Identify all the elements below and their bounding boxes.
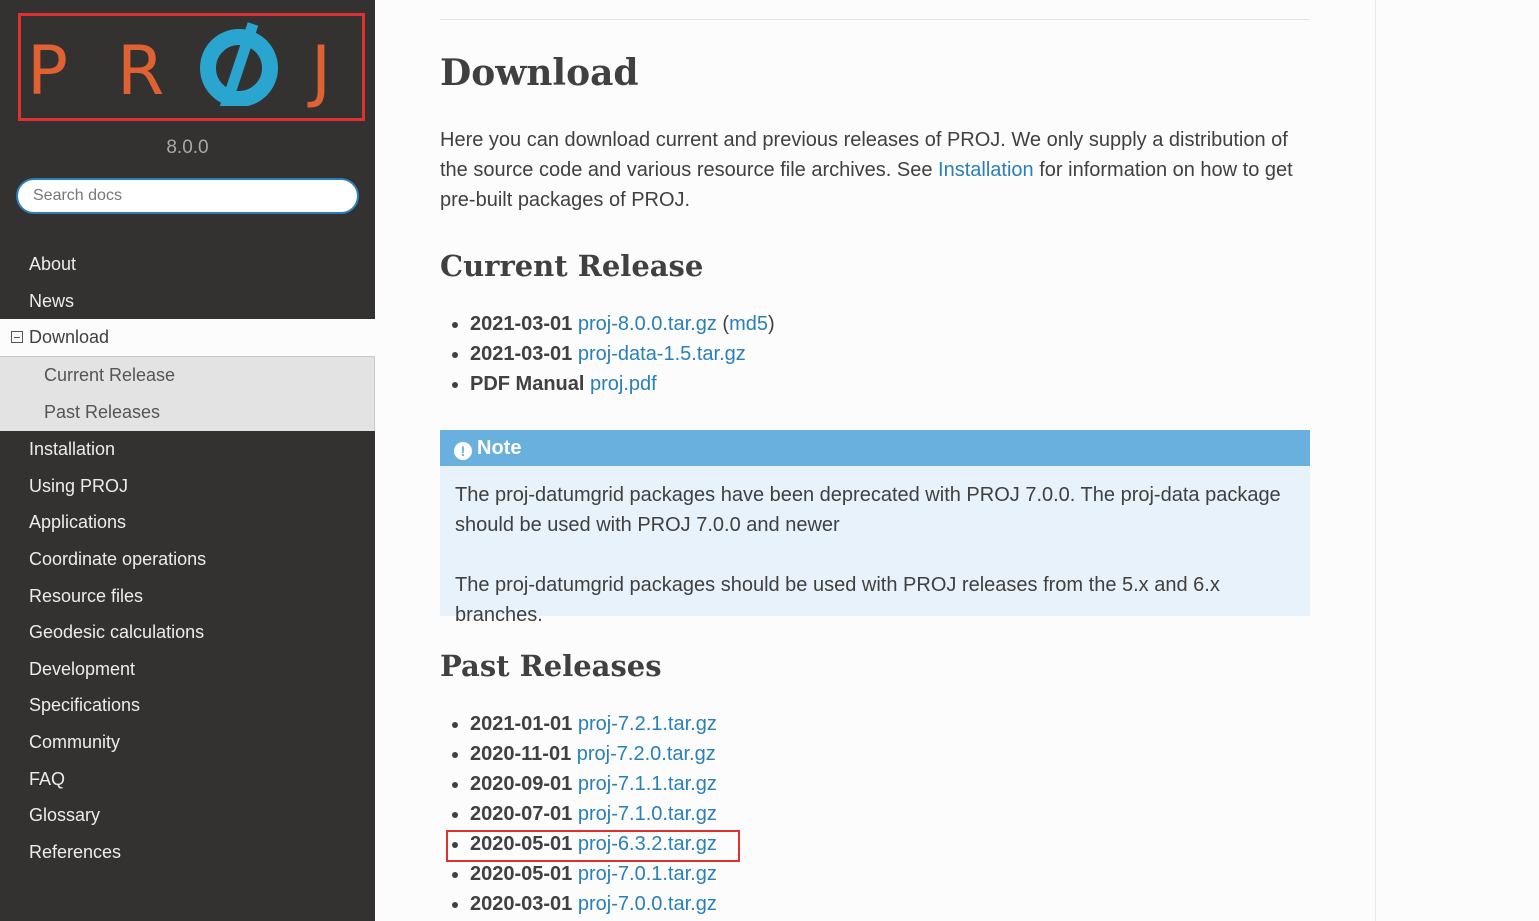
nav-item-download-label: Download [29,327,110,348]
content-edge-divider [1375,0,1376,921]
nav-item-community[interactable]: Community [0,724,375,761]
download-link[interactable]: proj-7.1.1.tar.gz [578,773,717,795]
release-date: 2020-09-01 [470,773,573,795]
note-paragraph-2: The proj-datumgrid packages should be us… [455,574,1220,626]
list-item: 2021-03-01 proj-data-1.5.tar.gz [470,339,775,369]
download-link[interactable]: proj-7.2.0.tar.gz [577,743,716,765]
nav-item-past-releases[interactable]: Past Releases [0,394,374,431]
nav-item-news[interactable]: News [0,283,375,320]
list-item: 2020-05-01 proj-7.0.1.tar.gz [470,859,717,889]
release-date: 2021-03-01 [470,313,573,335]
paren-close: ) [767,313,775,335]
search-input[interactable] [16,178,359,214]
download-link[interactable]: proj-7.1.0.tar.gz [578,803,717,825]
logo-letter-j: J [311,32,332,111]
paren-open: ( [716,313,730,335]
intro-paragraph: Here you can download current and previo… [440,125,1310,215]
list-item: 2020-09-01 proj-7.1.1.tar.gz [470,769,717,799]
download-link[interactable]: proj-data-1.5.tar.gz [578,343,746,365]
nav-item-installation[interactable]: Installation [0,431,375,468]
list-item: 2020-03-01 proj-7.0.0.tar.gz [470,889,717,919]
list-item: 2021-01-01 proj-7.2.1.tar.gz [470,709,717,739]
nav-item-download[interactable]: Download [0,319,375,358]
release-date: 2020-03-01 [470,893,573,915]
nav-item-applications[interactable]: Applications [0,504,375,541]
installation-link[interactable]: Installation [938,159,1034,181]
nav-item-about[interactable]: About [0,246,375,283]
nav-item-geodesic-calculations[interactable]: Geodesic calculations [0,614,375,651]
past-releases-heading: Past Releases [440,649,662,683]
nav-item-using-proj[interactable]: Using PROJ [0,468,375,505]
nav-item-current-release[interactable]: Current Release [0,357,374,394]
pdf-link[interactable]: proj.pdf [590,373,657,395]
exclamation-icon: ! [454,442,472,460]
note-admonition: ! Note The proj-datumgrid packages have b… [440,430,1310,626]
nav-item-development[interactable]: Development [0,651,375,688]
proj-logo[interactable]: P R J [18,13,365,121]
note-header: ! Note [440,430,1310,466]
list-item: 2020-11-01 proj-7.2.0.tar.gz [470,739,717,769]
md5-link[interactable]: md5 [729,313,768,335]
note-title: Note [477,437,522,459]
collapse-icon[interactable] [11,331,23,344]
list-item: PDF Manual proj.pdf [470,369,775,399]
release-date: 2020-05-01 [470,863,573,885]
nav-item-specifications[interactable]: Specifications [0,687,375,724]
nav-item-references[interactable]: References [0,834,375,871]
nav-item-glossary[interactable]: Glossary [0,797,375,834]
download-subnav: Current Release Past Releases [0,357,375,432]
release-date: 2021-03-01 [470,343,573,365]
logo-letter-r: R [117,32,165,111]
sidebar: P R J 8.0.0 About News Download Current … [0,0,375,921]
release-date: 2021-01-01 [470,713,573,735]
download-link[interactable]: proj-7.2.1.tar.gz [578,713,717,735]
download-link[interactable]: proj-8.0.0.tar.gz [578,313,717,335]
past-releases-list: 2021-01-01 proj-7.2.1.tar.gz 2020-11-01 … [470,709,717,919]
version-label: 8.0.0 [166,137,209,158]
release-date: 2020-07-01 [470,803,573,825]
release-date: 2020-11-01 [470,743,572,765]
list-item: 2021-03-01 proj-8.0.0.tar.gz (md5) [470,309,775,339]
page-title: Download [440,52,639,94]
logo-letter-p: P [27,32,69,111]
highlight-box [446,830,740,862]
note-paragraph-1: The proj-datumgrid packages have been de… [455,484,1281,536]
sidebar-nav: About News Download Current Release Past… [0,246,375,870]
download-link[interactable]: proj-7.0.1.tar.gz [578,863,717,885]
current-release-list: 2021-03-01 proj-8.0.0.tar.gz (md5) 2021-… [470,309,775,399]
list-item: 2020-07-01 proj-7.1.0.tar.gz [470,799,717,829]
download-link[interactable]: proj-7.0.0.tar.gz [578,893,717,915]
nav-item-coordinate-operations[interactable]: Coordinate operations [0,541,375,578]
logo-globe-icon [200,22,278,106]
current-release-heading: Current Release [440,249,704,283]
nav-item-faq[interactable]: FAQ [0,761,375,798]
nav-item-resource-files[interactable]: Resource files [0,578,375,615]
top-divider [440,19,1310,20]
pdf-manual-label: PDF Manual [470,373,585,395]
